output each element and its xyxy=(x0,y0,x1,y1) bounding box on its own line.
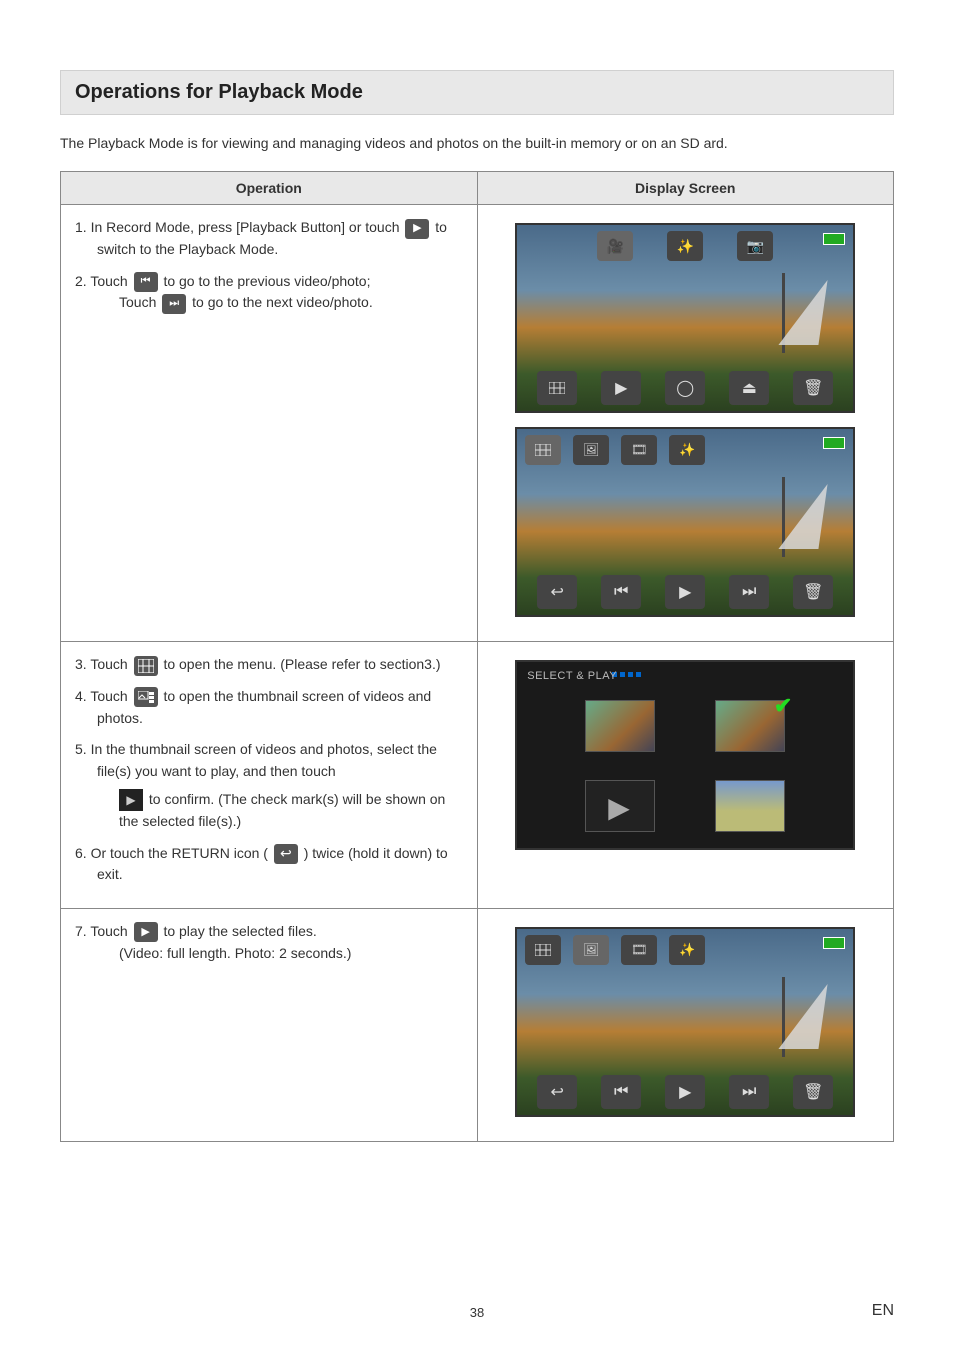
effects-tab-icon: ✨ xyxy=(669,435,705,465)
step-1: 1. In Record Mode, press [Playback Butto… xyxy=(75,217,463,260)
menu-grid-icon xyxy=(537,371,577,405)
previous-icon xyxy=(134,272,158,292)
step-1-pre: 1. In Record Mode, press [Playback Butto… xyxy=(75,219,403,235)
slideshow-tab-icon: 🎞 xyxy=(621,935,657,965)
step-7-pre: 7. Touch xyxy=(75,923,132,939)
bottom-nav-bar: ↩ ⏮ ▶ ⏭ 🗑 xyxy=(517,1075,853,1109)
next-icon: ⏭ xyxy=(729,1075,769,1109)
trash-icon: 🗑 xyxy=(793,575,833,609)
thumbnail-play-button xyxy=(585,780,655,832)
step-5b-text: to confirm. (The check mark(s) will be s… xyxy=(119,791,445,829)
playback-screen-1: 🎥 ✨ 📷 ▶ ◯ ⏏ xyxy=(515,223,855,413)
operations-table: Operation Display Screen 1. In Record Mo… xyxy=(60,171,894,1142)
play-icon: ▶ xyxy=(665,1075,705,1109)
thumbnail-tab-icon: 🖼 xyxy=(573,435,609,465)
page-footer: 38 EN xyxy=(0,1305,954,1320)
step-2-line2: Touch to go to the next video/photo. xyxy=(119,292,463,314)
thumbnail-tab-icon: 🖼 xyxy=(573,935,609,965)
camera-icon: ◯ xyxy=(665,371,705,405)
decorative-sail xyxy=(779,280,828,345)
battery-icon xyxy=(823,233,845,245)
next-icon: ⏭ xyxy=(729,575,769,609)
operation-cell-1: 1. In Record Mode, press [Playback Butto… xyxy=(61,205,478,642)
step-3: 3. Touch to open the menu. (Please refer… xyxy=(75,654,463,676)
playback-mode-icon xyxy=(405,219,429,239)
operation-cell-3: 7. Touch to play the selected files. (Vi… xyxy=(61,909,478,1142)
menu-grid-icon xyxy=(134,656,158,676)
page-number: 38 xyxy=(470,1305,484,1320)
return-icon xyxy=(274,844,298,864)
battery-icon xyxy=(823,437,845,449)
top-submode-bar: 🖼 🎞 ✨ xyxy=(525,435,705,465)
step-3-pre: 3. Touch xyxy=(75,656,132,672)
bottom-nav-bar: ↩ ⏮ ▶ ⏭ 🗑 xyxy=(517,575,853,609)
play-icon: ▶ xyxy=(601,371,641,405)
decorative-sail xyxy=(779,484,828,549)
share-icon: ⏏ xyxy=(729,371,769,405)
confirm-play-icon xyxy=(119,789,143,811)
slideshow-tab-icon: 🎞 xyxy=(621,435,657,465)
language-label: EN xyxy=(872,1302,894,1320)
thumbnail-item-checked xyxy=(715,700,785,752)
grid-tab-icon xyxy=(525,935,561,965)
prev-icon: ⏮ xyxy=(601,1075,641,1109)
thumbnail-grid xyxy=(517,700,853,850)
top-submode-bar: 🖼 🎞 ✨ xyxy=(525,935,705,965)
battery-icon xyxy=(823,937,845,949)
thumbnail-item xyxy=(585,700,655,752)
next-icon xyxy=(162,294,186,314)
select-play-label: SELECT & PLAY xyxy=(527,670,617,682)
video-mode-icon: 🎥 xyxy=(597,231,633,261)
select-play-screen: SELECT & PLAY xyxy=(515,660,855,850)
play-icon: ▶ xyxy=(665,575,705,609)
return-icon: ↩ xyxy=(537,575,577,609)
display-cell-3: 🖼 🎞 ✨ ↩ ⏮ ▶ ⏭ 🗑 xyxy=(477,909,894,1142)
col-display-header: Display Screen xyxy=(477,172,894,205)
step-6: 6. Or touch the RETURN icon ( ) twice (h… xyxy=(75,843,463,886)
bottom-tool-bar: ▶ ◯ ⏏ 🗑 xyxy=(517,371,853,405)
page: Operations for Playback Mode The Playbac… xyxy=(0,0,954,1350)
table-row: 7. Touch to play the selected files. (Vi… xyxy=(61,909,894,1142)
step-2b-pre: Touch xyxy=(119,294,160,310)
effects-tab-icon: ✨ xyxy=(669,935,705,965)
step-2-mid: to go to the previous video/photo; xyxy=(163,273,370,289)
display-cell-2: SELECT & PLAY xyxy=(477,642,894,909)
playback-screen-2: 🖼 🎞 ✨ ↩ ⏮ ▶ ⏭ 🗑 xyxy=(515,427,855,617)
step-2b-post: to go to the next video/photo. xyxy=(192,294,373,310)
trash-icon: 🗑 xyxy=(793,371,833,405)
step-4-pre: 4. Touch xyxy=(75,688,132,704)
thumbnail-icon xyxy=(134,687,158,707)
table-row: 3. Touch to open the menu. (Please refer… xyxy=(61,642,894,909)
trash-icon: 🗑 xyxy=(793,1075,833,1109)
step-7-line2: (Video: full length. Photo: 2 seconds.) xyxy=(119,943,463,965)
decorative-sail xyxy=(779,984,828,1049)
intro-text: The Playback Mode is for viewing and man… xyxy=(60,133,894,153)
grid-tab-icon xyxy=(525,435,561,465)
thumbnail-item xyxy=(715,780,785,832)
section-header: Operations for Playback Mode xyxy=(60,70,894,115)
step-4: 4. Touch to open the thumbnail screen of… xyxy=(75,686,463,729)
display-cell-1: 🎥 ✨ 📷 ▶ ◯ ⏏ xyxy=(477,205,894,642)
step-2-pre: 2. Touch xyxy=(75,273,132,289)
col-operation-header: Operation xyxy=(61,172,478,205)
top-mode-bar: 🎥 ✨ 📷 xyxy=(517,231,853,261)
step-5-text: 5. In the thumbnail screen of videos and… xyxy=(75,741,437,779)
return-icon: ↩ xyxy=(537,1075,577,1109)
operation-cell-2: 3. Touch to open the menu. (Please refer… xyxy=(61,642,478,909)
step-7-post: to play the selected files. xyxy=(163,923,316,939)
section-title: Operations for Playback Mode xyxy=(75,81,879,104)
step-6-pre: 6. Or touch the RETURN icon ( xyxy=(75,845,272,861)
step-2: 2. Touch to go to the previous video/pho… xyxy=(75,271,463,314)
playback-screen-3: 🖼 🎞 ✨ ↩ ⏮ ▶ ⏭ 🗑 xyxy=(515,927,855,1117)
step-5b: to confirm. (The check mark(s) will be s… xyxy=(119,789,463,833)
step-3-post: to open the menu. (Please refer to secti… xyxy=(163,656,440,672)
step-5: 5. In the thumbnail screen of videos and… xyxy=(75,739,463,832)
effects-mode-icon: ✨ xyxy=(667,231,703,261)
step-7: 7. Touch to play the selected files. (Vi… xyxy=(75,921,463,964)
prev-icon: ⏮ xyxy=(601,575,641,609)
table-row: 1. In Record Mode, press [Playback Butto… xyxy=(61,205,894,642)
play-icon xyxy=(134,922,158,942)
photo-mode-icon: 📷 xyxy=(737,231,773,261)
